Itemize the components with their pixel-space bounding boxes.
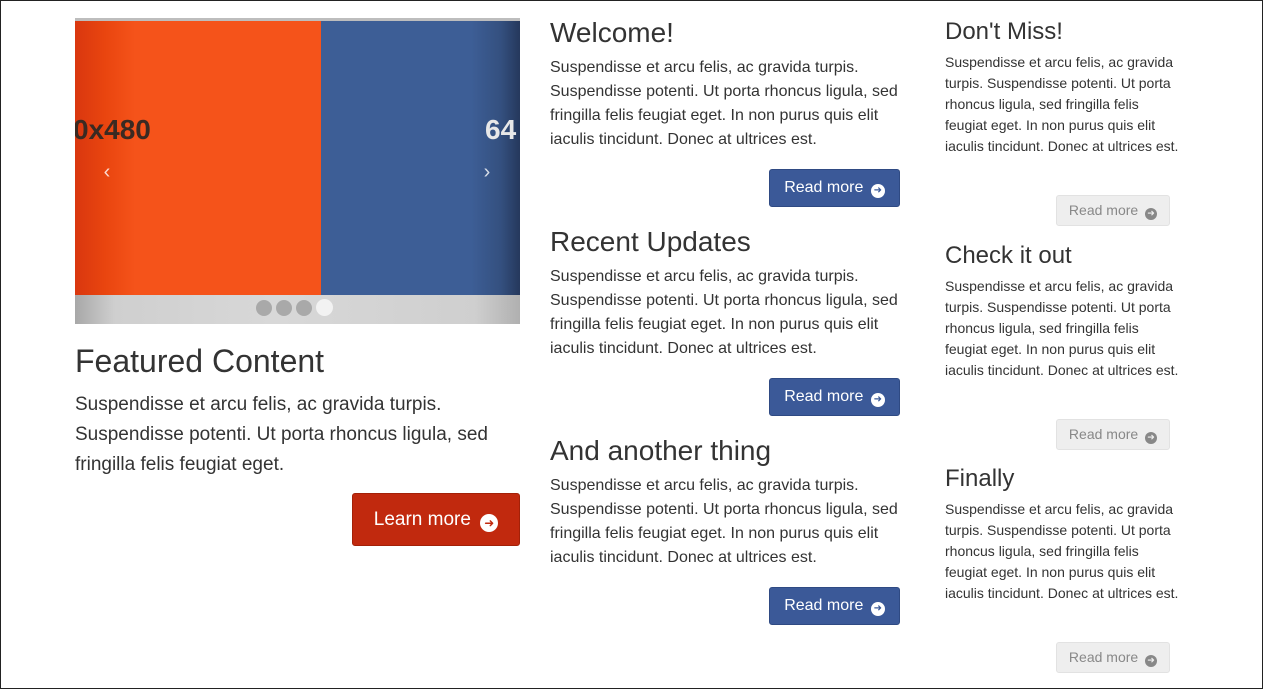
section-title: Finally [945,465,1015,492]
section-title: Check it out [945,242,1072,269]
arrow-circle-right-icon: ➜ [1145,432,1158,444]
section-title: Welcome! [550,17,674,48]
featured-text: Suspendisse et arcu felis, ac gravida tu… [75,394,488,475]
read-more-button[interactable]: Read more ➜ [1056,195,1170,226]
section-title: Don't Miss! [945,18,1063,45]
another-thing-section: And another thing Suspendisse et arcu fe… [550,434,910,570]
section-text: Suspendisse et arcu felis, ac gravida tu… [550,268,898,357]
carousel-indicator-dot[interactable] [276,299,292,316]
featured-content-section: Featured Content Suspendisse et arcu fel… [75,342,525,480]
arrow-circle-right-icon: ➜ [870,184,885,198]
finally-section: Finally Suspendisse et arcu felis, ac gr… [945,465,1180,604]
read-more-label: Read more [1068,426,1139,442]
recent-updates-section: Recent Updates Suspendisse et arcu felis… [550,225,910,361]
section-text: Suspendisse et arcu felis, ac gravida tu… [945,501,1179,601]
dont-miss-section: Don't Miss! Suspendisse et arcu felis, a… [945,18,1180,157]
carousel-indicators [256,299,337,317]
read-more-label: Read more [1068,202,1139,218]
section-text: Suspendisse et arcu felis, ac gravida tu… [945,54,1179,154]
image-carousel[interactable]: 0x480 64 ‹ › [75,18,520,324]
arrow-circle-right-icon: ➜ [1145,208,1158,220]
read-more-label: Read more [1068,649,1139,665]
read-more-button[interactable]: Read more ➜ [769,378,900,416]
arrow-circle-right-icon: ➜ [1145,655,1158,667]
carousel-indicator-dot[interactable] [316,299,333,317]
slide-placeholder-label: 64 [485,114,517,145]
arrow-circle-right-icon: ➜ [480,514,499,532]
welcome-section: Welcome! Suspendisse et arcu felis, ac g… [550,16,910,152]
chevron-right-icon[interactable]: › [477,160,497,184]
section-title: Recent Updates [550,226,751,257]
read-more-label: Read more [784,597,864,614]
chevron-left-icon[interactable]: ‹ [97,160,117,184]
read-more-button[interactable]: Read more ➜ [769,587,900,625]
read-more-button[interactable]: Read more ➜ [1056,642,1170,673]
carousel-indicator-dot[interactable] [256,299,272,316]
featured-title: Featured Content [75,343,325,379]
slide-placeholder-label: 0x480 [75,114,151,145]
arrow-circle-right-icon: ➜ [870,602,885,616]
carousel-indicator-dot[interactable] [296,299,312,316]
learn-more-button[interactable]: Learn more ➜ [352,493,520,546]
carousel-indicator-bar [75,295,520,324]
carousel-slide-2: 64 [321,21,520,295]
section-text: Suspendisse et arcu felis, ac gravida tu… [550,477,898,566]
section-title: And another thing [550,435,772,466]
read-more-button[interactable]: Read more ➜ [1056,419,1170,450]
read-more-label: Read more [784,388,864,405]
check-it-out-section: Check it out Suspendisse et arcu felis, … [945,242,1180,381]
section-text: Suspendisse et arcu felis, ac gravida tu… [550,59,898,148]
read-more-button[interactable]: Read more ➜ [769,169,900,207]
section-text: Suspendisse et arcu felis, ac gravida tu… [945,278,1179,378]
carousel-slide-1: 0x480 [75,21,321,295]
arrow-circle-right-icon: ➜ [870,393,885,407]
learn-more-label: Learn more [373,509,471,530]
read-more-label: Read more [784,179,864,196]
